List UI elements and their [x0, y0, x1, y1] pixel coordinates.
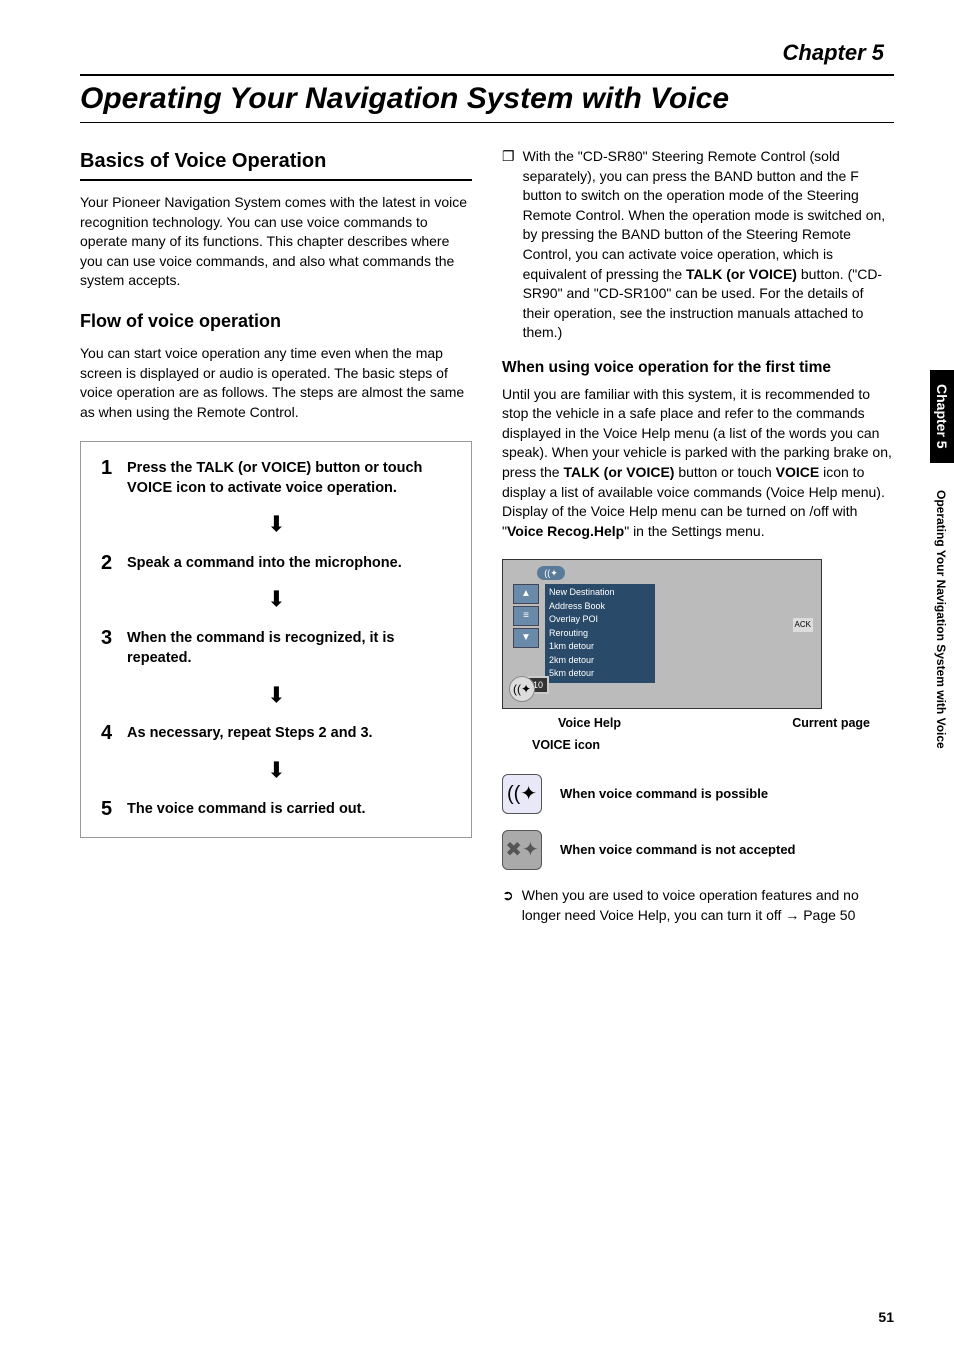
icon-not-accepted-row: ✖✦ When voice command is not accepted	[502, 830, 894, 870]
label-voice-icon: VOICE icon	[532, 737, 894, 755]
first-time-paragraph: Until you are familiar with this system,…	[502, 385, 894, 542]
section-heading-basics: Basics of Voice Operation	[80, 147, 472, 175]
voice-help-menu: New Destination Address Book Overlay POI…	[545, 584, 655, 683]
icon-possible-row: ((✦ When voice command is possible	[502, 774, 894, 814]
intro-paragraph: Your Pioneer Navigation System comes wit…	[80, 193, 472, 291]
scroll-up-icon: ▲	[513, 584, 539, 604]
step-number: 3	[101, 628, 117, 669]
left-column: Basics of Voice Operation Your Pioneer N…	[80, 147, 472, 940]
scroll-mid-icon: ≡	[513, 606, 539, 626]
step-text: As necessary, repeat Steps 2 and 3.	[127, 723, 373, 743]
menu-item: Rerouting	[549, 627, 651, 641]
step-text: The voice command is carried out.	[127, 799, 366, 819]
steps-box: 1 Press the TALK (or VOICE) button or to…	[80, 441, 472, 838]
note-text: With the "CD-SR80" Steering Remote Contr…	[523, 147, 894, 343]
voice-possible-icon: ((✦	[502, 774, 542, 814]
menu-item: Overlay POI	[549, 613, 651, 627]
ack-badge: ACK	[793, 618, 813, 631]
voice-status-icon: ((✦	[537, 566, 565, 580]
menu-item: 2km detour	[549, 654, 651, 668]
voice-corner-icon: ((✦	[509, 676, 535, 702]
menu-item: Address Book	[549, 600, 651, 614]
menu-item: New Destination	[549, 586, 651, 600]
right-column: ❐ With the "CD-SR80" Steering Remote Con…	[502, 147, 894, 940]
side-tab-subtitle: Operating Your Navigation System with Vo…	[934, 490, 948, 749]
arrow-down-icon: ➡	[261, 594, 292, 944]
subheading-first-time: When using voice operation for the first…	[502, 357, 894, 379]
icon-not-accepted-text: When voice command is not accepted	[560, 841, 796, 859]
scroll-arrows: ▲ ≡ ▼	[513, 584, 539, 648]
section-heading-flow: Flow of voice operation	[80, 309, 472, 334]
page-title: Operating Your Navigation System with Vo…	[80, 82, 894, 116]
menu-item: 5km detour	[549, 667, 651, 681]
chapter-label: Chapter 5	[80, 40, 894, 66]
arrow-right-icon: →	[785, 907, 799, 923]
voice-not-accepted-icon: ✖✦	[502, 830, 542, 870]
note-bullet-icon: ❐	[502, 147, 515, 343]
step-number: 4	[101, 723, 117, 743]
scroll-down-icon: ▼	[513, 628, 539, 648]
heading-rule	[80, 179, 472, 181]
title-bar: Operating Your Navigation System with Vo…	[80, 74, 894, 123]
icon-possible-text: When voice command is possible	[560, 785, 768, 803]
screenshot-labels: Voice Help Current page	[502, 715, 894, 733]
note-steering-remote: ❐ With the "CD-SR80" Steering Remote Con…	[502, 147, 894, 343]
page-number: 51	[878, 1309, 894, 1325]
label-voice-help: Voice Help	[558, 715, 621, 733]
step-number: 5	[101, 799, 117, 819]
tip-text: When you are used to voice operation fea…	[522, 886, 894, 925]
menu-item: 1km detour	[549, 640, 651, 654]
label-current-page: Current page	[792, 715, 870, 733]
tip-bullet-icon: ➲	[502, 886, 514, 925]
side-tab: Chapter 5	[930, 370, 954, 463]
step-number: 2	[101, 553, 117, 573]
voice-help-screenshot: ((✦ ▲ ≡ ▼ New Destination Address Book O…	[502, 559, 822, 709]
step-number: 1	[101, 458, 117, 499]
tip-turn-off: ➲ When you are used to voice operation f…	[502, 886, 894, 925]
